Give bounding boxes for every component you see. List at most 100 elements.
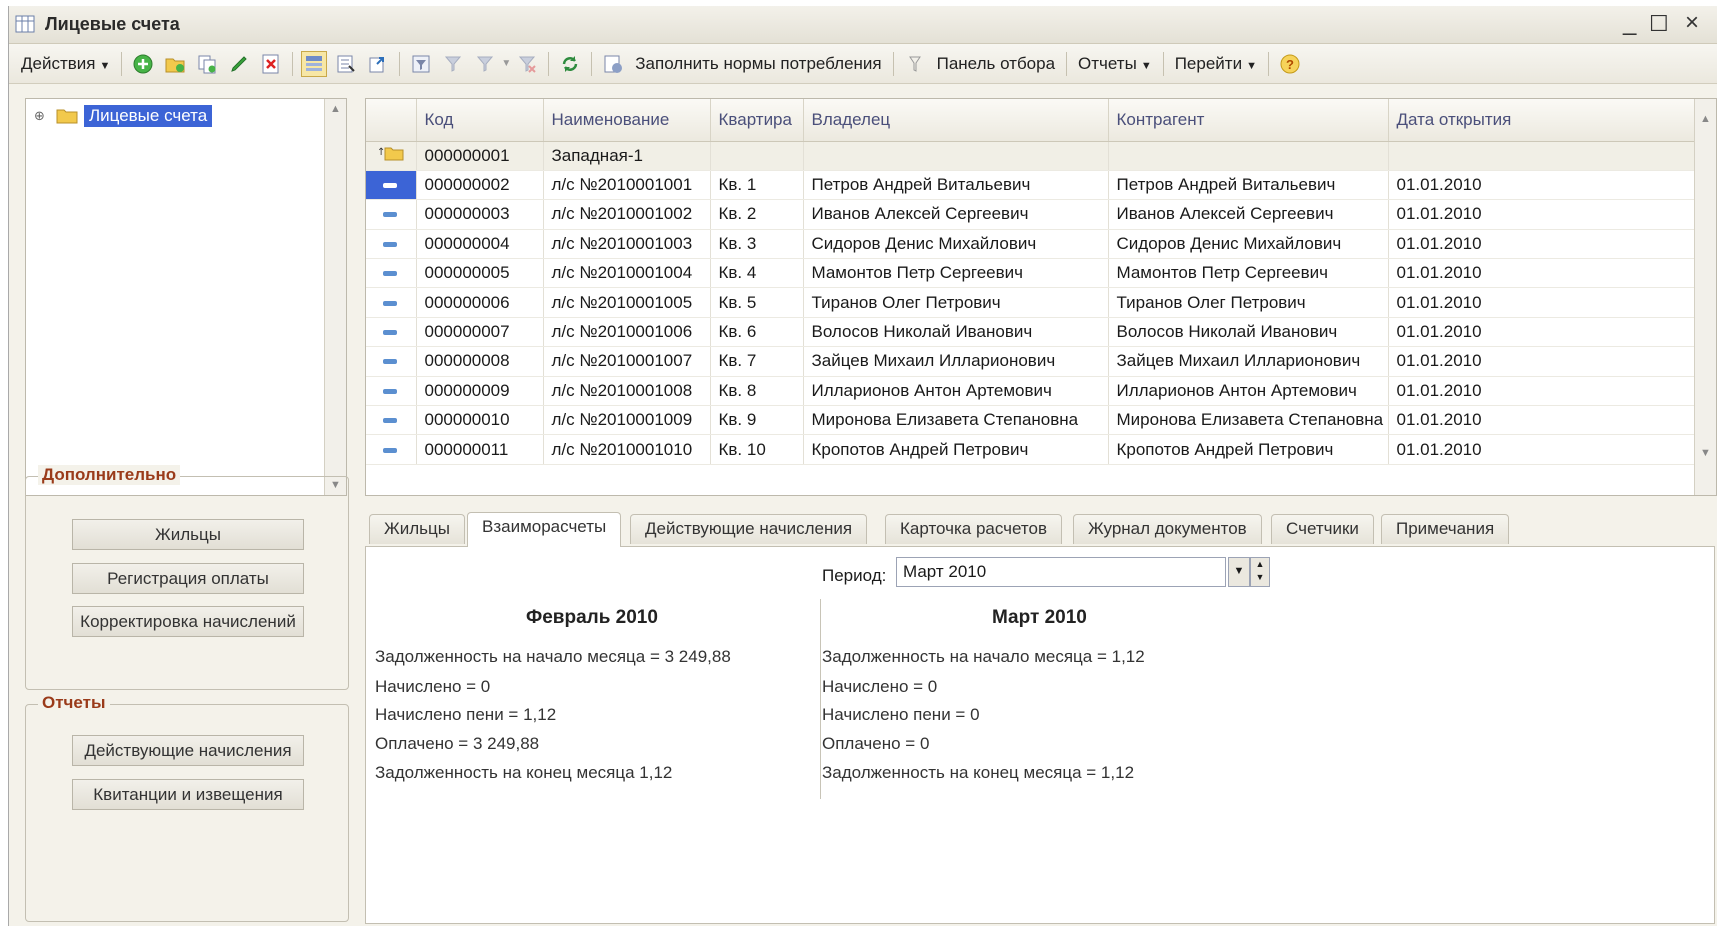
- expand-icon[interactable]: ⊕: [34, 108, 50, 124]
- cell-owner: Зайцев Михаил Илларионович: [803, 346, 1109, 377]
- tab-settlements[interactable]: Взаиморасчеты: [467, 512, 622, 547]
- table-row[interactable]: 000000004 л/с №2010001003 Кв. 3 Сидоров Ден…: [366, 229, 1695, 260]
- filter-list-icon[interactable]: [472, 51, 498, 77]
- table-row[interactable]: 000000009 л/с №2010001008 Кв. 8 Илларионов …: [366, 376, 1695, 407]
- table-row-group[interactable]: ↑ 000000001 Западная-1: [366, 141, 1695, 171]
- tab-notes[interactable]: Примечания: [1381, 514, 1510, 544]
- table-row[interactable]: 000000010 л/с №2010001009 Кв. 9 Миронова Ел…: [366, 405, 1695, 436]
- copy-icon[interactable]: [194, 51, 220, 77]
- table-row[interactable]: 000000007 л/с №2010001006 Кв. 6 Волосов Ник…: [366, 317, 1695, 348]
- tab-active-charges[interactable]: Действующие начисления: [630, 514, 868, 544]
- cell-flat: Кв. 5: [710, 287, 804, 318]
- table-row[interactable]: 000000011 л/с №2010001010 Кв. 10 Кропотов А…: [366, 434, 1695, 465]
- cell-owner: Мамонтов Петр Сергеевич: [803, 258, 1109, 289]
- minimize-button[interactable]: _: [1623, 9, 1636, 37]
- tab-calc-card[interactable]: Карточка расчетов: [885, 514, 1063, 544]
- cell-contractor: Мамонтов Петр Сергеевич: [1108, 258, 1389, 289]
- period-field[interactable]: Март 2010: [896, 557, 1226, 587]
- cell-name: Западная-1: [543, 141, 711, 171]
- move-to-parent-icon[interactable]: [365, 51, 391, 77]
- cell-owner: Волосов Николай Иванович: [803, 317, 1109, 348]
- toolbar-separator: [399, 51, 401, 76]
- column-header-open-date[interactable]: Дата открытия: [1388, 99, 1695, 142]
- cell-code: 000000006: [416, 287, 544, 318]
- add-icon[interactable]: [130, 51, 156, 77]
- clear-filter-icon[interactable]: [514, 51, 540, 77]
- column-divider: [820, 599, 821, 799]
- cell-flat: Кв. 6: [710, 317, 804, 348]
- cell-name: л/с №2010001001: [543, 170, 711, 201]
- scroll-up-icon[interactable]: ▲: [330, 103, 341, 115]
- table-row[interactable]: 000000003 л/с №2010001002 Кв. 2 Иванов Алек…: [366, 199, 1695, 230]
- cell-contractor: Илларионов Антон Артемович: [1108, 376, 1389, 407]
- item-icon: [383, 330, 398, 336]
- tree-item-root[interactable]: ⊕ Лицевые счета: [34, 105, 213, 127]
- adjust-charges-button[interactable]: Корректировка начислений: [72, 606, 304, 637]
- table-row[interactable]: 000000008 л/с №2010001007 Кв. 7 Зайцев Миха…: [366, 346, 1695, 377]
- item-icon: [383, 241, 398, 247]
- column-header-owner[interactable]: Владелец: [803, 99, 1109, 142]
- chevron-down-icon[interactable]: ▼: [501, 58, 511, 69]
- fill-norms-icon: [600, 51, 626, 77]
- item-icon: [383, 418, 398, 424]
- active-charges-report-button[interactable]: Действующие начисления: [72, 735, 304, 766]
- prev-debt-end: Задолженность на конец месяца 1,12: [375, 763, 673, 782]
- chevron-down-icon[interactable]: ▼: [1228, 557, 1250, 587]
- filter-settings-icon[interactable]: [408, 51, 434, 77]
- row-marker-icon: [366, 376, 417, 407]
- add-folder-icon[interactable]: [162, 51, 188, 77]
- item-icon: [383, 212, 398, 218]
- goto-menu-label: Перейти: [1174, 53, 1243, 73]
- chevron-down-icon: ▼: [1140, 59, 1152, 72]
- title-bar: Лицевые счета _ ☐ ×: [9, 6, 1717, 44]
- cell-name: л/с №2010001007: [543, 346, 711, 377]
- previous-month-title: Февраль 2010: [526, 607, 658, 628]
- table-row[interactable]: 000000005 л/с №2010001004 Кв. 4 Мамонтов Пе…: [366, 258, 1695, 289]
- cell-code: 000000008: [416, 346, 544, 377]
- actions-menu[interactable]: Действия ▼: [15, 54, 116, 74]
- column-header-code[interactable]: Код: [416, 99, 544, 142]
- column-header-contractor[interactable]: Контрагент: [1108, 99, 1389, 142]
- toolbar-separator: [591, 51, 593, 76]
- row-marker-icon: [366, 287, 417, 318]
- tab-doc-journal[interactable]: Журнал документов: [1073, 514, 1262, 544]
- column-header-name[interactable]: Наименование: [543, 99, 711, 142]
- toolbar-separator: [292, 51, 294, 76]
- cell-name: л/с №2010001003: [543, 229, 711, 260]
- list-view-icon[interactable]: [333, 51, 359, 77]
- spinner-icon[interactable]: ▲ ▼: [1250, 557, 1270, 587]
- table-row[interactable]: 000000002 л/с №2010001001 Кв. 1 Петров Андр…: [366, 170, 1695, 201]
- prev-paid: Оплачено = 3 249,88: [375, 734, 540, 753]
- residents-button[interactable]: Жильцы: [72, 519, 304, 550]
- scroll-up-icon[interactable]: ▲: [1700, 113, 1711, 125]
- filter-panel-button[interactable]: Панель отбора: [931, 54, 1061, 74]
- cell-flat: Кв. 1: [710, 170, 804, 201]
- column-header-marker: [366, 99, 417, 142]
- tab-meters[interactable]: Счетчики: [1271, 514, 1374, 544]
- tab-residents[interactable]: Жильцы: [369, 514, 465, 544]
- goto-menu[interactable]: Перейти ▼: [1169, 54, 1263, 74]
- grid-scrollbar[interactable]: ▲ ▼: [1694, 99, 1716, 495]
- prev-charged: Начислено = 0: [375, 677, 491, 696]
- refresh-icon[interactable]: [557, 51, 583, 77]
- column-header-flat[interactable]: Квартира: [710, 99, 804, 142]
- scroll-down-icon[interactable]: ▼: [1700, 447, 1711, 459]
- delete-icon[interactable]: [258, 51, 284, 77]
- table-row[interactable]: 000000006 л/с №2010001005 Кв. 5 Тиранов Оле…: [366, 287, 1695, 318]
- cell-code: 000000002: [416, 170, 544, 201]
- help-icon[interactable]: ?: [1277, 51, 1303, 77]
- fill-norms-button[interactable]: Заполнить нормы потребления: [629, 54, 887, 74]
- reports-menu[interactable]: Отчеты ▼: [1072, 54, 1158, 74]
- edit-icon[interactable]: [226, 51, 252, 77]
- hierarchy-view-icon[interactable]: [301, 50, 328, 77]
- cell-owner: Миронова Елизавета Степановна: [803, 405, 1109, 436]
- maximize-button[interactable]: ☐: [1649, 11, 1669, 37]
- filter-icon[interactable]: [440, 51, 466, 77]
- receipts-report-button[interactable]: Квитанции и извещения: [72, 779, 304, 810]
- register-payment-button[interactable]: Регистрация оплаты: [72, 563, 304, 594]
- cell-code: 000000010: [416, 405, 544, 436]
- tree-scrollbar[interactable]: ▲ ▼: [324, 99, 346, 495]
- prev-penalty: Начислено пени = 1,12: [375, 705, 557, 724]
- cell-owner: Илларионов Антон Артемович: [803, 376, 1109, 407]
- close-button[interactable]: ×: [1685, 9, 1699, 37]
